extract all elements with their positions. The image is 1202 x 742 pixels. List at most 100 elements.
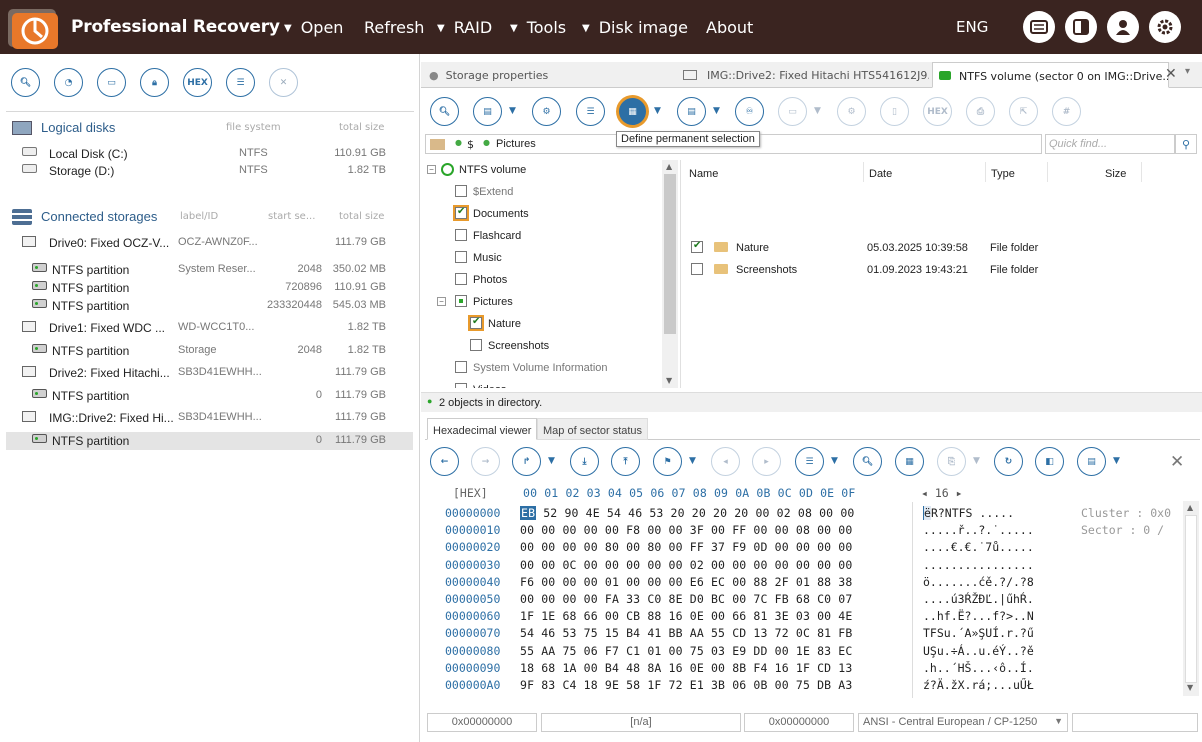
download-icon[interactable]: ⤓ (570, 447, 599, 476)
menu-about[interactable]: About (706, 18, 753, 37)
chevron-down-icon[interactable]: ▼ (509, 106, 516, 116)
open-image-icon[interactable]: ▭ (97, 68, 126, 97)
settings-gear-icon[interactable] (1149, 11, 1181, 43)
collapse-icon[interactable]: − (427, 165, 436, 174)
tree-checkbox[interactable] (455, 295, 467, 307)
search-icon[interactable]: 🔍︎ (11, 68, 40, 97)
chevron-down-icon[interactable]: ▼ (689, 456, 696, 466)
hex-width-control[interactable]: ◂ 16 ▸ (921, 486, 963, 500)
hex-ascii[interactable]: ....ú3ŔŽĐĽ.|űhŔ. (923, 592, 1034, 606)
hex-bytes[interactable]: 55 AA 75 06 F7 C1 01 00 75 03 E9 DD 00 1… (520, 644, 852, 658)
search-icon[interactable]: ⚲ (1175, 134, 1197, 154)
lock-icon[interactable]: 🔒︎ (140, 68, 169, 97)
chevron-down-icon[interactable]: ▼ (654, 106, 661, 116)
tree-checkbox[interactable] (455, 206, 467, 219)
encoding-select[interactable]: ANSI - Central European / CP-1250 ▼ (858, 713, 1068, 732)
jump-icon[interactable]: ↱ (512, 447, 541, 476)
hex-button[interactable]: HEX (183, 68, 212, 97)
chevron-down-icon[interactable]: ▼ (713, 106, 720, 116)
file-checkbox[interactable] (691, 240, 703, 253)
log-icon[interactable] (1023, 11, 1055, 43)
tab-drive-image[interactable]: IMG::Drive2: Fixed Hitachi HTS541612J9..… (683, 62, 929, 88)
hex-ascii[interactable]: ö.......ćě.?/.?8 (923, 575, 1034, 589)
hex-ascii[interactable]: .....ř..?.˙..... (923, 523, 1034, 537)
tree-checkbox[interactable] (455, 273, 467, 285)
hex-bytes[interactable]: EB 52 90 4E 54 46 53 20 20 20 20 00 02 0… (520, 506, 854, 520)
hex-ascii[interactable]: ź?Ä.žX.rá;...uŰŁ (923, 678, 1034, 692)
hex-ascii[interactable]: ëR?NTFS ..... (923, 506, 1014, 520)
breadcrumb-root[interactable]: $ (467, 138, 474, 151)
menu-disk-image[interactable]: ▼ Disk image (582, 18, 688, 37)
refresh-icon[interactable]: ↻ (994, 447, 1023, 476)
scan-icon[interactable]: ◔ (54, 68, 83, 97)
tab-sector-map[interactable]: Map of sector status (537, 418, 649, 440)
user-icon[interactable] (1107, 11, 1139, 43)
properties-list-icon[interactable]: ☰ (226, 68, 255, 97)
logical-disk-row[interactable]: Storage (D:) NTFS 1.82 TB (6, 162, 413, 180)
hex-bytes[interactable]: 1F 1E 68 66 00 CB 88 16 0E 00 66 81 3E 0… (520, 609, 852, 623)
checklist-icon[interactable]: ☰ (576, 97, 605, 126)
file-checkbox[interactable] (691, 263, 703, 275)
col-name[interactable]: Name (689, 168, 718, 180)
selection-icon[interactable]: ▦ (895, 447, 924, 476)
panel-icon[interactable]: ◧ (1035, 447, 1064, 476)
col-size[interactable]: Size (1105, 168, 1126, 180)
bookmark-icon[interactable]: ⚑ (653, 447, 682, 476)
back-arrow-icon[interactable]: ← (430, 447, 459, 476)
storage-drive-row[interactable]: Drive0: Fixed OCZ-V... OCZ-AWNZ0F... 111.7… (6, 234, 413, 252)
quick-find-input[interactable]: Quick find... (1045, 134, 1175, 154)
hex-ascii[interactable]: TFSu.´A»ŞUÍ.r.?ű (923, 626, 1034, 640)
binoculars-icon[interactable]: ♾ (735, 97, 764, 126)
tab-ntfs-volume[interactable]: NTFS volume (sector 0 on IMG::Drive... (932, 62, 1169, 88)
close-tab-icon[interactable]: ✕ (1165, 66, 1177, 82)
search-icon[interactable]: 🔍︎ (853, 447, 882, 476)
hex-cursor[interactable]: EB (520, 506, 537, 520)
hex-ascii[interactable]: UŞu.÷Á..u.éÝ..?ě (923, 644, 1034, 658)
search-icon[interactable]: 🔍︎ (430, 97, 459, 126)
define-selection-icon[interactable]: ▦ (618, 97, 647, 126)
hex-ascii[interactable]: ..hf.Ë?...f?>..N (923, 609, 1034, 623)
save-icon[interactable]: ▤ (473, 97, 502, 126)
hex-bytes[interactable]: 18 68 1A 00 B4 48 8A 16 0E 00 8B F4 16 1… (520, 661, 852, 675)
hex-ascii[interactable]: .h..´HŠ...‹ô..Í. (923, 661, 1034, 675)
col-type[interactable]: Type (991, 168, 1015, 180)
tree-checkbox[interactable] (470, 339, 482, 351)
language-selector[interactable]: ENG (956, 18, 988, 36)
hex-scrollbar[interactable]: ▲ ▼ (1183, 501, 1199, 696)
file-row[interactable]: Nature 05.03.2025 10:39:58 File folder (681, 238, 1181, 258)
panel-toggle-icon[interactable] (1065, 11, 1097, 43)
storage-drive-row[interactable]: Drive1: Fixed WDC ... WD-WCC1T0... 1.82 TB (6, 319, 413, 337)
storage-drive-row[interactable]: IMG::Drive2: Fixed Hi... SB3D41EWHH... 111… (6, 409, 413, 427)
tree-checkbox[interactable] (455, 229, 467, 241)
menu-raid[interactable]: ▼ RAID (437, 18, 492, 37)
menu-tools[interactable]: ▼ Tools (510, 18, 566, 37)
hex-bytes[interactable]: 00 00 00 00 00 F8 00 00 3F 00 FF 00 00 0… (520, 523, 852, 537)
tree-checkbox[interactable] (470, 316, 482, 329)
hex-bytes[interactable]: 00 00 00 00 FA 33 C0 8E D0 BC 00 7C FB 6… (520, 592, 852, 606)
storage-partition-row[interactable]: NTFS partition 233320448 545.03 MB (6, 297, 413, 315)
tab-list-icon[interactable]: ▾ (1185, 66, 1190, 77)
tree-checkbox[interactable] (455, 383, 467, 388)
hex-bytes[interactable]: 00 00 0C 00 00 00 00 00 02 00 00 00 00 0… (520, 558, 852, 572)
storage-drive-row[interactable]: Drive2: Fixed Hitachi... SB3D41EWHH... 111… (6, 364, 413, 382)
chevron-down-icon[interactable]: ▼ (548, 456, 555, 466)
menu-open[interactable]: ▼ Open (284, 18, 343, 37)
storage-partition-row[interactable]: NTFS partition System Reser... 2048 350.02 … (6, 261, 413, 279)
chevron-down-icon[interactable]: ▼ (1113, 456, 1120, 466)
col-date[interactable]: Date (869, 168, 892, 180)
storage-partition-row[interactable]: NTFS partition 0 111.79 GB (6, 432, 413, 450)
close-icon[interactable]: ✕ (269, 68, 298, 97)
save-files-icon[interactable]: ⚙ (532, 97, 561, 126)
close-icon[interactable]: ✕ (1170, 452, 1184, 472)
hex-ascii[interactable]: ....€.€.˙7ů..... (923, 540, 1034, 554)
menu-refresh[interactable]: Refresh (364, 18, 424, 37)
storage-partition-row[interactable]: NTFS partition 720896 110.91 GB (6, 279, 413, 297)
upload-icon[interactable]: ⤒ (611, 447, 640, 476)
save-icon[interactable]: ▤ (1077, 447, 1106, 476)
hex-bytes[interactable]: 9F 83 C4 18 9E 58 1F 72 E1 3B 06 0B 00 7… (520, 678, 852, 692)
list-icon[interactable]: ☰ (795, 447, 824, 476)
breadcrumb-folder[interactable]: Pictures (496, 138, 536, 150)
hex-ascii[interactable]: ................ (923, 558, 1034, 572)
tab-hex-viewer[interactable]: Hexadecimal viewer (427, 418, 538, 440)
tree-checkbox[interactable] (455, 251, 467, 263)
